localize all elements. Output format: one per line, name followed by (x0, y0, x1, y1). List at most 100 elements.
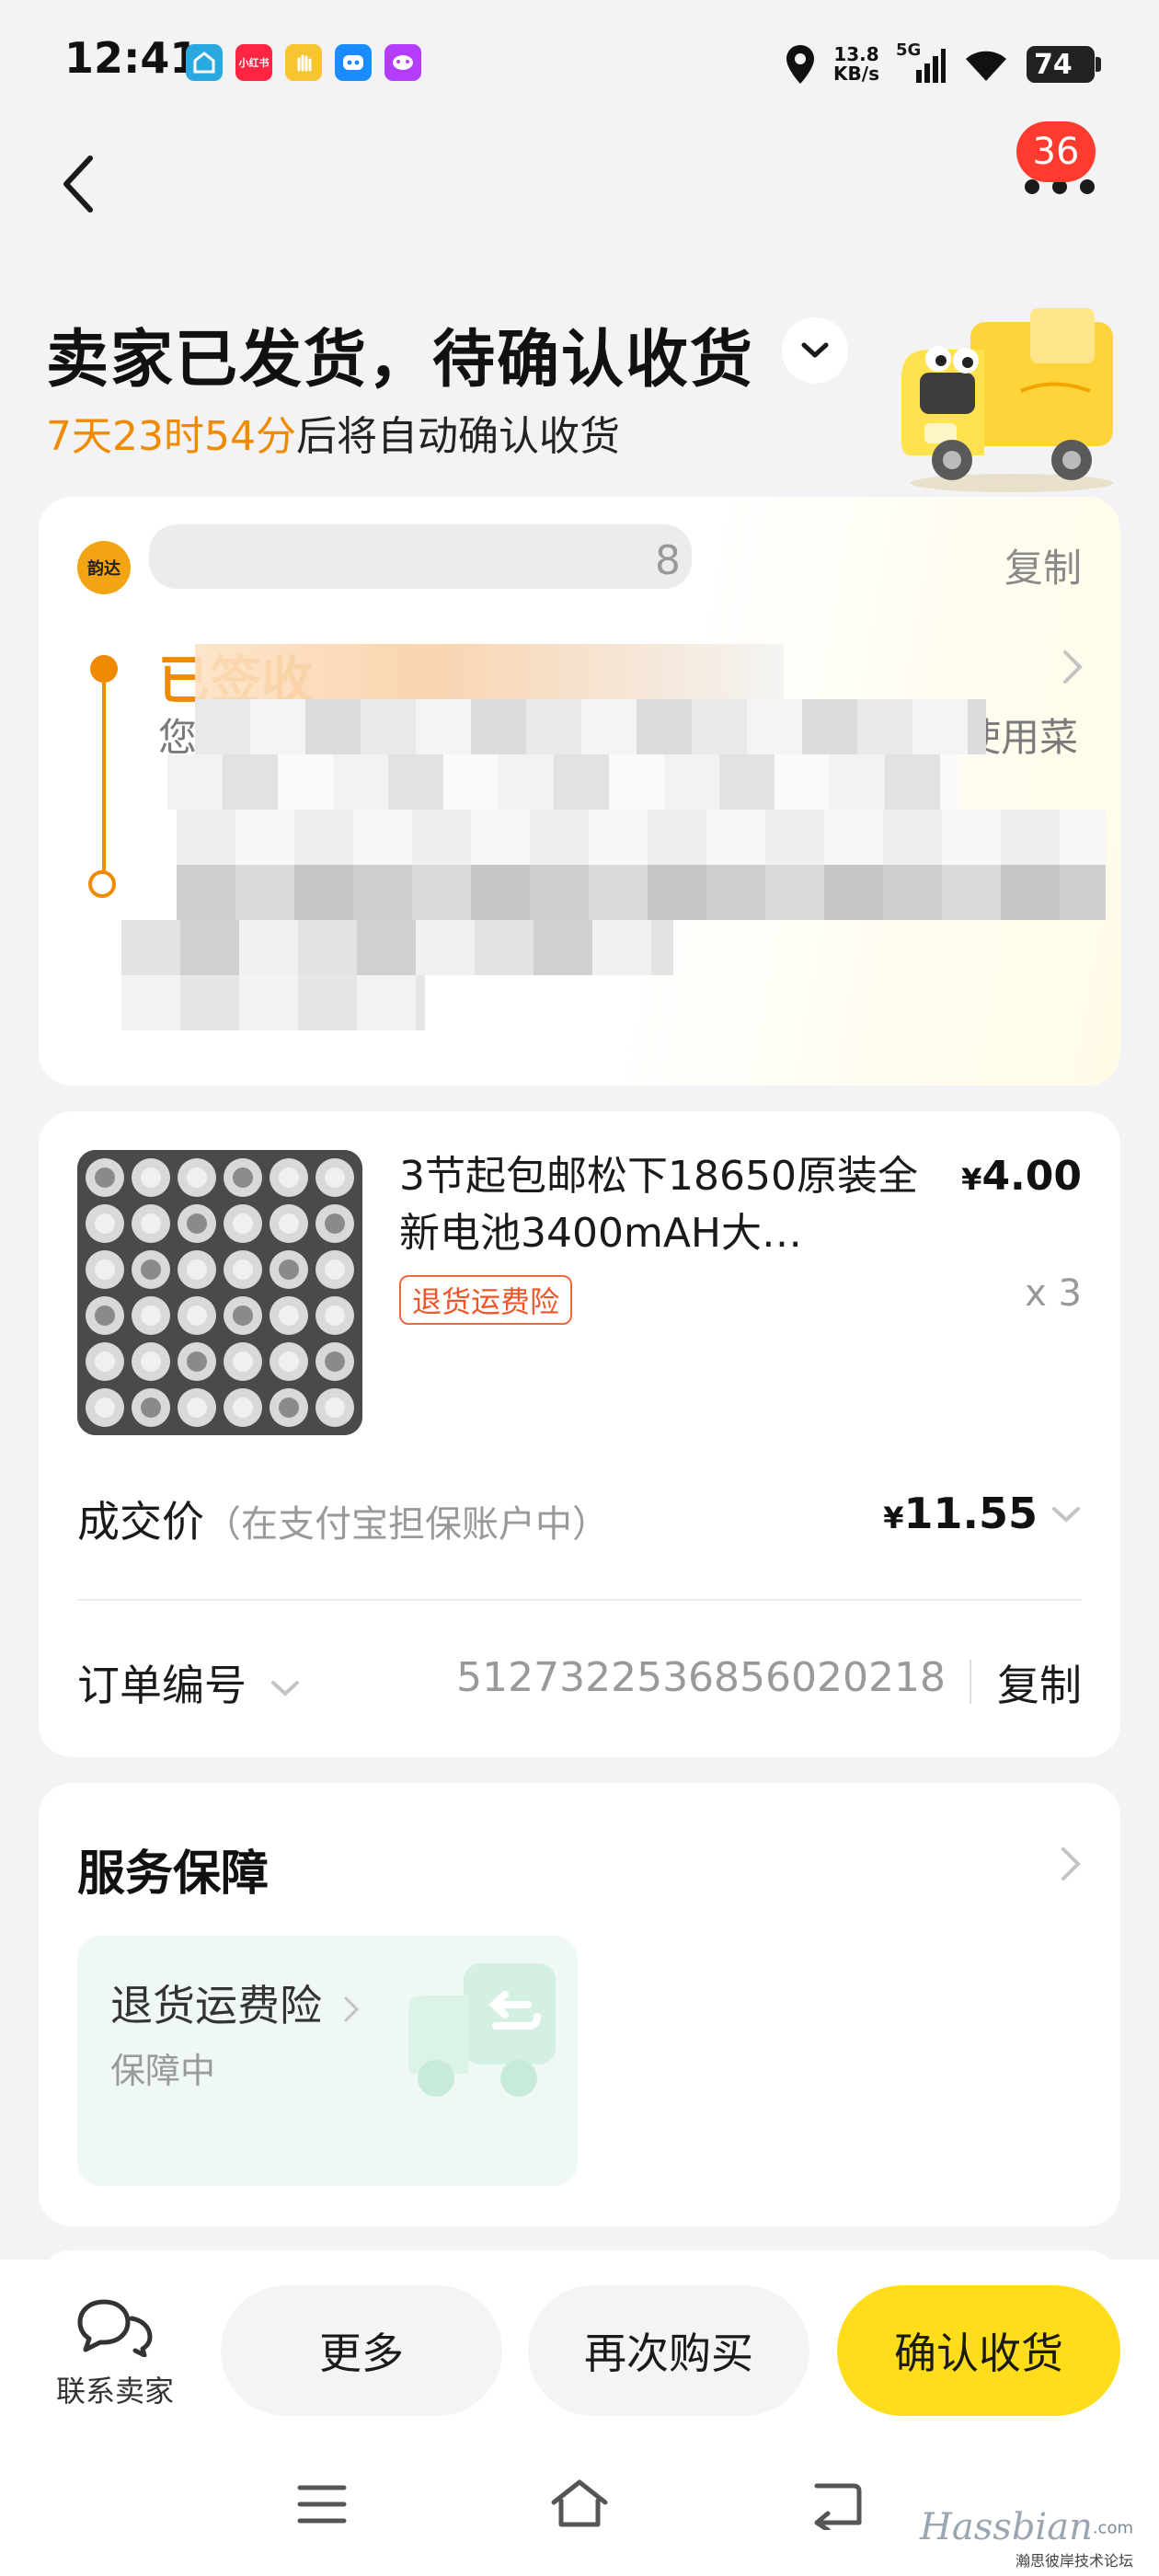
order-number-label[interactable]: 订单编号 (77, 1652, 301, 1713)
battery-cell-terminal (141, 1397, 161, 1418)
battery-cell-terminal (233, 1305, 253, 1326)
divider (77, 1599, 1082, 1601)
return-truck-icon (408, 1963, 556, 2097)
redacted-block (149, 524, 692, 589)
more-button[interactable]: 更多 (221, 2285, 502, 2416)
battery-cell-terminal (95, 1213, 115, 1234)
battery-cell-terminal (279, 1351, 299, 1372)
deal-price-label: 成交价（在支付宝担保账户中） (77, 1497, 609, 1547)
battery-cell-terminal (187, 1397, 207, 1418)
menu-icon[interactable] (296, 2482, 348, 2526)
battery-cell-terminal (95, 1305, 115, 1326)
bottom-action-bar: 联系卖家 更多 再次购买 确认收货 (0, 2260, 1159, 2444)
countdown-time: 7天23时54分 (46, 413, 296, 460)
escrow-note: （在支付宝担保账户中） (204, 1503, 609, 1546)
timeline-dot (88, 870, 116, 898)
tracking-number: 8 (655, 537, 681, 584)
product-image[interactable] (77, 1150, 362, 1435)
unit-price: ¥4.00 (961, 1153, 1082, 1200)
deal-price[interactable]: ¥11.55 (883, 1489, 1038, 1538)
product-card: 3节起包邮松下18650原装全新电池3400mAH大… ¥4.00 x 3 退货… (39, 1111, 1120, 1757)
watermark: Hassbian.com 瀚思彼岸技术论坛 (920, 2506, 1133, 2570)
chevron-down-icon (801, 342, 829, 358)
battery-cell-terminal (95, 1259, 115, 1280)
battery-grid-image (77, 1150, 362, 1435)
status-expand-button[interactable] (782, 317, 848, 384)
robot-app-icon (335, 44, 372, 81)
chevron-down-icon (270, 1680, 299, 1696)
back-nav-icon[interactable] (809, 2480, 865, 2530)
back-button[interactable] (53, 147, 109, 221)
system-navigation-bar: Hassbian.com 瀚思彼岸技术论坛 (0, 2444, 1159, 2576)
battery-cell-terminal (233, 1397, 253, 1418)
carrier-logo: 韵达 (77, 541, 131, 594)
logistics-card[interactable]: 韵达 8 复制 已签收 您 请使用菜 (39, 497, 1120, 1086)
service-guarantee-card[interactable]: 服务保障 退货运费险 保障中 (39, 1783, 1120, 2226)
battery-cell-terminal (187, 1351, 207, 1372)
battery-cell-terminal (95, 1351, 115, 1372)
copy-tracking-button[interactable]: 复制 (1004, 537, 1082, 593)
delivery-truck-illustration (901, 308, 1113, 492)
copy-order-button[interactable]: 复制 (997, 1652, 1082, 1713)
location-icon (786, 45, 815, 84)
battery-cell-terminal (325, 1259, 345, 1280)
battery-cell-terminal (233, 1167, 253, 1188)
battery-cell-terminal (233, 1213, 253, 1234)
contact-seller-label: 联系卖家 (55, 2374, 174, 2409)
chevron-right-icon[interactable] (1060, 1846, 1082, 1882)
battery-cell-terminal (325, 1305, 345, 1326)
battery-cell-terminal (279, 1397, 299, 1418)
confirm-receipt-button[interactable]: 确认收货 (837, 2285, 1120, 2416)
dot-icon (1080, 179, 1095, 194)
battery-cell-terminal (141, 1351, 161, 1372)
game-app-icon (384, 44, 421, 81)
status-bar: 12:41 小红书 13.8 KB/s 5G 74 (0, 0, 1159, 129)
battery-cell-terminal (279, 1167, 299, 1188)
order-number: 5127322536856020218 (456, 1654, 946, 1701)
battery-cell-terminal (141, 1305, 161, 1326)
service-item-status: 保障中 (110, 2051, 216, 2091)
wifi-icon (966, 51, 1006, 81)
redacted-block (195, 699, 986, 754)
status-time: 12:41 (64, 33, 200, 83)
battery-cell-terminal (187, 1259, 207, 1280)
battery-cell-terminal (279, 1305, 299, 1326)
battery-indicator: 74 (1027, 46, 1101, 83)
battery-cell-terminal (279, 1213, 299, 1234)
message-count-badge[interactable]: 36 (1016, 121, 1096, 182)
service-item-name: 退货运费险 (110, 1972, 360, 2033)
return-insurance-tile[interactable]: 退货运费险 保障中 (77, 1936, 578, 2186)
redacted-block (121, 920, 673, 975)
app-a-icon (186, 44, 223, 81)
battery-cell-terminal (325, 1351, 345, 1372)
countdown-suffix: 后将自动确认收货 (295, 413, 620, 460)
return-insurance-tag: 退货运费险 (399, 1275, 573, 1325)
quantity: x 3 (1025, 1272, 1082, 1315)
separator (970, 1660, 971, 1704)
redacted-block (177, 810, 1106, 865)
battery-cell-terminal (141, 1213, 161, 1234)
chevron-down-icon[interactable] (1050, 1505, 1082, 1525)
auto-confirm-countdown: 7天23时54分后将自动确认收货 (46, 403, 620, 462)
battery-cell-terminal (141, 1259, 161, 1280)
battery-cell-terminal (233, 1259, 253, 1280)
battery-cell-terminal (187, 1213, 207, 1234)
battery-cell-terminal (279, 1259, 299, 1280)
dot-icon (1025, 179, 1039, 194)
network-speed: 13.8 KB/s (833, 43, 879, 85)
redacted-block (177, 865, 1106, 920)
battery-cell-terminal (233, 1351, 253, 1372)
product-title[interactable]: 3节起包邮松下18650原装全新电池3400mAH大… (399, 1148, 933, 1262)
chevron-left-icon (63, 155, 93, 213)
buy-again-button[interactable]: 再次购买 (528, 2285, 809, 2416)
home-icon[interactable] (548, 2477, 611, 2530)
redacted-block (167, 754, 958, 810)
system-status-icons: 13.8 KB/s 5G 74 (784, 37, 1101, 92)
timeline-dot-active (90, 655, 118, 683)
redacted-block (121, 975, 425, 1030)
battery-cell-terminal (187, 1305, 207, 1326)
timeline-line (102, 683, 106, 880)
contact-seller-button[interactable]: 联系卖家 (46, 2296, 184, 2410)
battery-cell-terminal (141, 1167, 161, 1188)
hand-icon (285, 44, 322, 81)
